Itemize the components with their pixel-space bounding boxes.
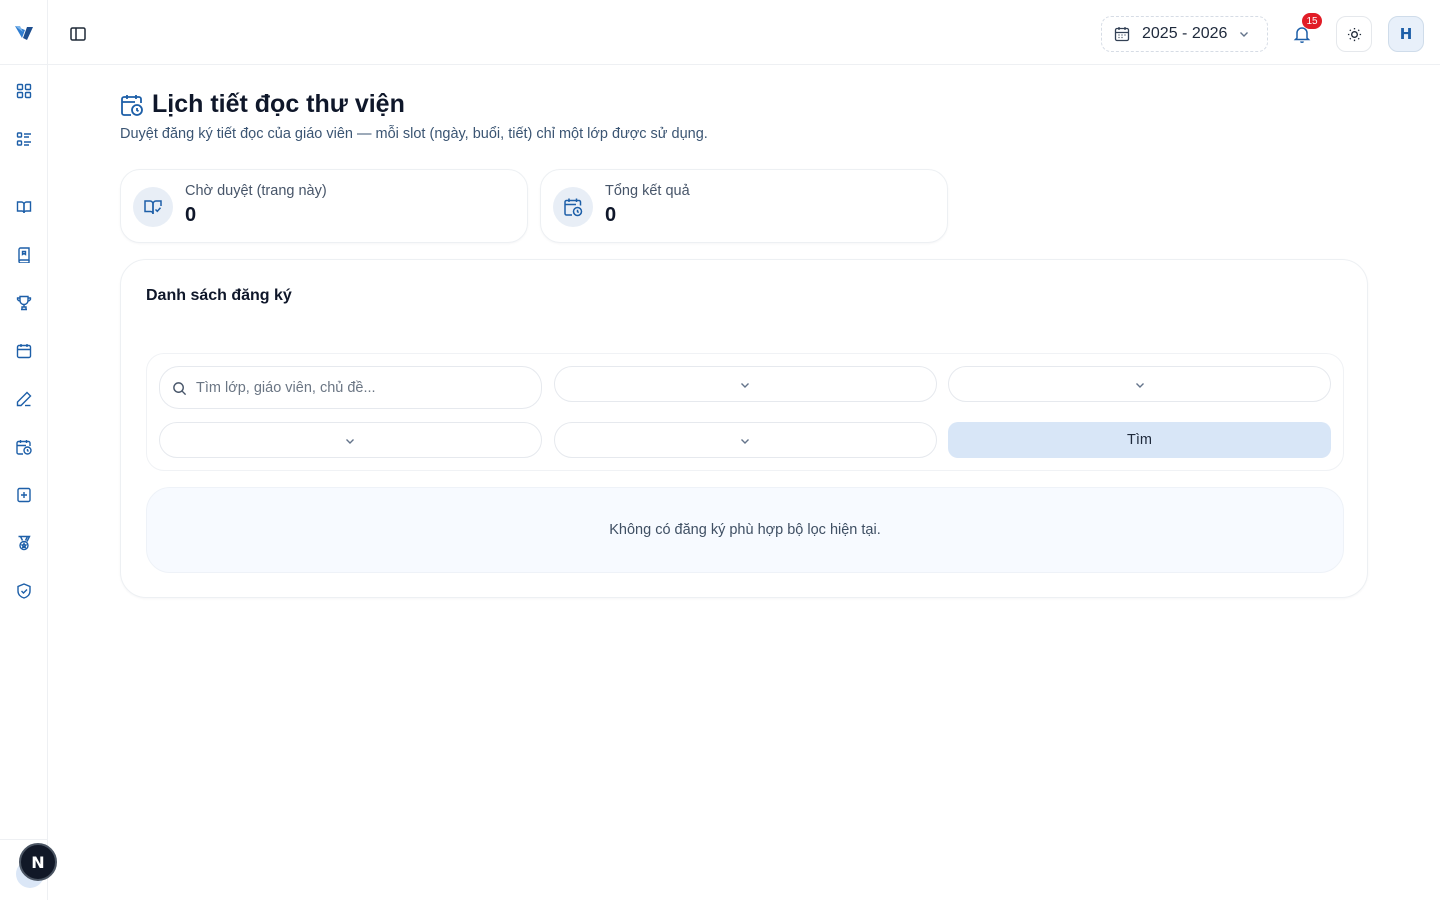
filter-select-3[interactable] (159, 422, 542, 458)
sidebar-bottom-divider (0, 839, 48, 840)
search-icon (173, 382, 187, 396)
calendar-clock-icon (553, 187, 593, 227)
chevron-down-icon (1136, 383, 1144, 388)
trophy-icon[interactable] (15, 294, 33, 312)
list-icon[interactable] (15, 130, 33, 148)
book-open-icon[interactable] (15, 198, 33, 216)
notification-count-badge: 15 (1302, 13, 1322, 29)
book-check-icon (133, 187, 173, 227)
pen-icon[interactable] (15, 390, 33, 408)
book-plus-icon[interactable] (15, 486, 33, 504)
calendar-icon[interactable] (15, 342, 33, 360)
filter-box: Tìm (146, 353, 1344, 471)
stat-value: 0 (605, 204, 617, 226)
chevron-down-icon (346, 439, 354, 444)
stat-card-pending: Chờ duyệt (trang này) 0 (120, 169, 528, 243)
school-year-select[interactable]: 2025 - 2026 (1101, 16, 1268, 52)
theme-toggle-button[interactable] (1336, 16, 1372, 52)
calendar-clock-icon (121, 94, 143, 116)
book-icon[interactable] (15, 246, 33, 264)
sun-icon (1347, 27, 1361, 41)
calendar-clock-icon[interactable] (15, 438, 33, 456)
registration-list-panel: Danh sách đăng ký Tìm Không có đăng ký p… (120, 259, 1368, 598)
school-year-value: 2025 - 2026 (1142, 25, 1228, 42)
page-title: Lịch tiết đọc thư viện (152, 90, 405, 118)
sidebar-divider (0, 64, 48, 65)
search-field[interactable] (159, 366, 542, 409)
dev-tools-badge[interactable]: N (19, 843, 57, 881)
filter-select-4[interactable] (554, 422, 937, 458)
sidebar-toggle-icon[interactable] (68, 24, 88, 44)
calendar-icon (1114, 27, 1130, 42)
empty-state-message: Không có đăng ký phù hợp bộ lọc hiện tại… (146, 487, 1344, 573)
medal-icon[interactable] (15, 534, 33, 552)
dashboard-icon[interactable] (15, 82, 33, 100)
stat-card-total: Tổng kết quả 0 (540, 169, 948, 243)
stat-label: Tổng kết quả (605, 183, 690, 199)
shield-check-icon[interactable] (15, 582, 33, 600)
stat-label: Chờ duyệt (trang này) (185, 183, 327, 199)
chevron-down-icon (741, 383, 749, 388)
sidebar: N (0, 0, 57, 900)
filter-select-1[interactable] (554, 366, 937, 402)
page-header: Lịch tiết đọc thư viện (120, 90, 405, 119)
page-subtitle: Duyệt đăng ký tiết đọc của giáo viên — m… (120, 126, 708, 142)
chevron-down-icon (1240, 32, 1249, 37)
list-title: Danh sách đăng ký (146, 287, 292, 304)
filter-select-2[interactable] (948, 366, 1331, 402)
stat-value: 0 (185, 204, 197, 226)
top-bar: 2025 - 2026 15 H (48, 0, 1440, 65)
search-input[interactable] (196, 375, 526, 401)
chevron-down-icon (741, 439, 749, 444)
app-logo[interactable] (14, 24, 34, 42)
user-avatar-button[interactable]: H (1388, 16, 1424, 52)
search-button[interactable]: Tìm (948, 422, 1331, 458)
